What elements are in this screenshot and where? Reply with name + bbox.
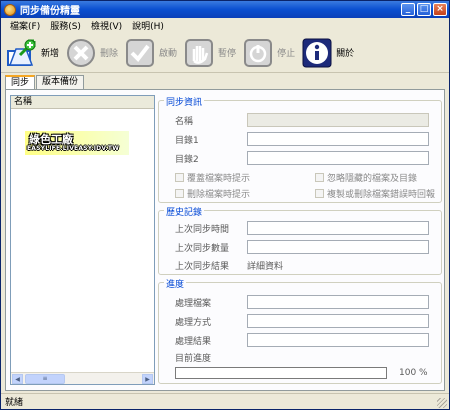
dir1-label: 目錄1 — [175, 135, 199, 146]
about-button[interactable]: 關於 — [301, 37, 354, 69]
window-title: 同步備份精靈 — [20, 6, 80, 17]
checkbox-box — [315, 189, 324, 198]
progress-bar — [175, 367, 387, 379]
file-label: 處理檔案 — [175, 298, 212, 309]
name-field[interactable] — [247, 113, 429, 127]
ignore-hidden-checkbox[interactable]: 忽略隱藏的檔案及目錄 — [315, 171, 417, 184]
delete-label: 刪除 — [100, 49, 119, 59]
pause-button[interactable]: 暫停 — [183, 37, 236, 69]
minimize-button[interactable]: _ — [401, 3, 415, 16]
delete-button[interactable]: 刪除 — [65, 37, 118, 69]
dir2-label: 目錄2 — [175, 154, 199, 165]
sync-info-title: 同步資訊 — [164, 95, 205, 108]
stop-label: 停止 — [277, 49, 296, 59]
name-label: 名稱 — [175, 116, 194, 127]
app-window: 同步備份精靈 _ □ × 檔案(F) 服務(S) 檢視(V) 說明(H) 新增 — [0, 0, 450, 410]
result-label: 處理結果 — [175, 336, 212, 347]
tab-sync[interactable]: 同步 — [5, 75, 36, 90]
title-bar[interactable]: 同步備份精靈 _ □ × — [1, 1, 449, 18]
add-label: 新增 — [41, 49, 60, 59]
resize-grip-icon[interactable] — [437, 398, 447, 408]
detail-link[interactable]: 詳細資料 — [247, 259, 283, 272]
method-label: 處理方式 — [175, 317, 212, 328]
tab-bar: 同步 版本備份 — [5, 75, 85, 90]
delete-prompt-checkbox[interactable]: 刪除檔案時提示 — [175, 187, 250, 200]
current-progress-label: 目前進度 — [175, 353, 212, 364]
scroll-thumb[interactable]: ≡ — [25, 374, 65, 384]
last-count-field[interactable] — [247, 240, 429, 254]
checkbox-box — [315, 173, 324, 182]
task-list[interactable]: 名稱 綠色工廠 EASYLIFE.LIVEASY.IDV.TW ◀ ≡ ▶ — [10, 95, 155, 385]
result-field[interactable] — [247, 333, 429, 347]
progress-title: 進度 — [164, 277, 187, 290]
logo-url: EASYLIFE.LIVEASY.IDV.TW — [27, 145, 120, 152]
close-button[interactable]: × — [433, 3, 447, 16]
start-label: 啟動 — [159, 49, 178, 59]
about-label: 關於 — [336, 49, 355, 59]
checkbox-box — [175, 173, 184, 182]
last-count-label: 上次同步數量 — [175, 243, 230, 254]
status-text: 就緒 — [5, 398, 24, 408]
last-time-label: 上次同步時間 — [175, 224, 230, 235]
dir1-field[interactable] — [247, 132, 429, 146]
check-icon — [124, 37, 156, 69]
maximize-button[interactable]: □ — [417, 3, 431, 16]
list-header-name[interactable]: 名稱 — [11, 96, 154, 109]
ignore-hidden-label: 忽略隱藏的檔案及目錄 — [327, 174, 418, 184]
last-result-label: 上次同步結果 — [175, 261, 230, 272]
dir2-field[interactable] — [247, 151, 429, 165]
file-field[interactable] — [247, 295, 429, 309]
add-icon — [6, 37, 38, 69]
stop-button[interactable]: 停止 — [242, 37, 295, 69]
sync-panel: 名稱 綠色工廠 EASYLIFE.LIVEASY.IDV.TW ◀ ≡ ▶ 同步… — [5, 89, 445, 391]
last-time-field[interactable] — [247, 221, 429, 235]
scroll-left-icon[interactable]: ◀ — [12, 374, 23, 384]
menu-service[interactable]: 服務(S) — [45, 19, 86, 32]
error-report-label: 複製或刪除檔案錯誤時回報 — [327, 190, 436, 200]
pause-label: 暫停 — [218, 49, 237, 59]
progress-percent: 100 % — [399, 368, 428, 378]
history-title: 歷史記錄 — [164, 205, 205, 218]
checkbox-box — [175, 189, 184, 198]
menu-help[interactable]: 說明(H) — [127, 19, 169, 32]
power-icon — [242, 37, 274, 69]
history-group: 歷史記錄 上次同步時間 上次同步數量 上次同步結果 詳細資料 — [158, 205, 442, 275]
green-factory-logo: 綠色工廠 EASYLIFE.LIVEASY.IDV.TW — [25, 131, 129, 155]
status-bar: 就緒 — [1, 393, 449, 409]
progress-group: 進度 處理檔案 處理方式 處理結果 目前進度 100 % — [158, 277, 442, 384]
menu-bar: 檔案(F) 服務(S) 檢視(V) 說明(H) — [1, 18, 449, 33]
sync-info-group: 同步資訊 名稱 目錄1 目錄2 覆蓋檔案時提示 忽略隱藏的檔案及目錄 刪除檔案時… — [158, 95, 442, 203]
hand-stop-icon — [183, 37, 215, 69]
progress-fill — [176, 368, 386, 378]
add-button[interactable]: 新增 — [6, 37, 59, 69]
menu-file[interactable]: 檔案(F) — [5, 19, 45, 32]
horizontal-scrollbar[interactable]: ◀ ≡ ▶ — [11, 372, 154, 384]
toolbar: 新增 刪除 啟動 暫停 停止 關於 — [1, 33, 449, 73]
app-icon — [4, 3, 16, 16]
scroll-right-icon[interactable]: ▶ — [142, 374, 153, 384]
overwrite-prompt-checkbox[interactable]: 覆蓋檔案時提示 — [175, 171, 250, 184]
window-controls: _ □ × — [401, 3, 447, 16]
overwrite-prompt-label: 覆蓋檔案時提示 — [187, 174, 251, 184]
delete-icon — [65, 37, 97, 69]
menu-view[interactable]: 檢視(V) — [86, 19, 127, 32]
delete-prompt-label: 刪除檔案時提示 — [187, 190, 251, 200]
method-field[interactable] — [247, 314, 429, 328]
tab-version-backup[interactable]: 版本備份 — [36, 75, 85, 89]
info-icon — [301, 37, 333, 69]
start-button[interactable]: 啟動 — [124, 37, 177, 69]
error-report-checkbox[interactable]: 複製或刪除檔案錯誤時回報 — [315, 187, 435, 200]
